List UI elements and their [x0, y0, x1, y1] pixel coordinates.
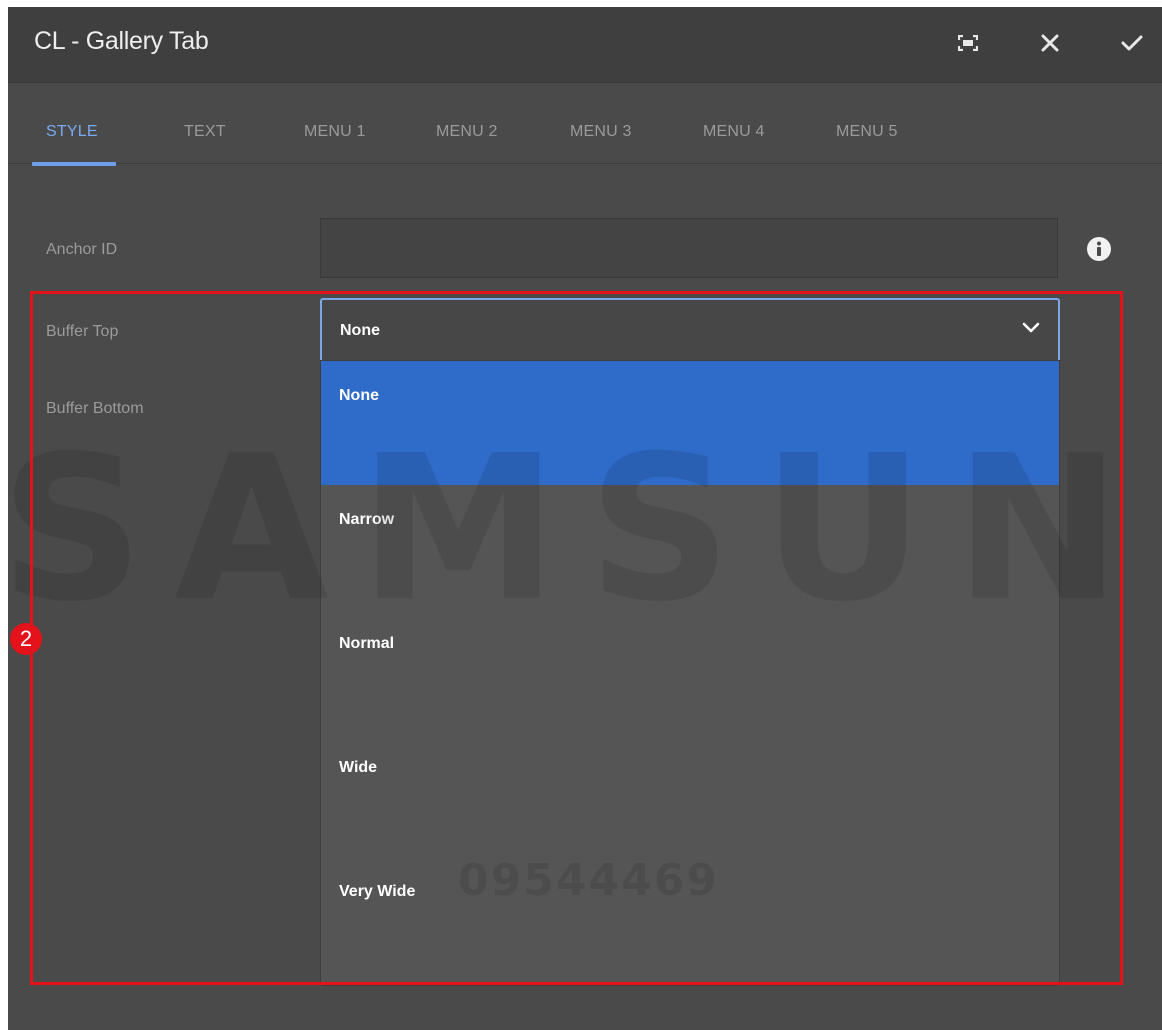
active-tab-indicator: [32, 162, 116, 166]
option-none[interactable]: None: [321, 361, 1059, 485]
option-label: Wide: [339, 759, 378, 776]
buffer-top-selected-value: None: [340, 322, 380, 339]
annotation-step-badge: 2: [10, 623, 42, 655]
anchor-id-label: Anchor ID: [46, 241, 118, 258]
tab-menu-5[interactable]: MENU 5: [836, 123, 898, 141]
dialog-title: CL - Gallery Tab: [34, 27, 209, 55]
option-label: Narrow: [339, 511, 395, 528]
option-very-wide[interactable]: Very Wide: [321, 857, 1059, 981]
tab-style[interactable]: STYLE: [46, 123, 98, 141]
buffer-top-select[interactable]: None: [320, 298, 1060, 360]
fullscreen-icon: [958, 35, 978, 51]
anchor-id-input[interactable]: [320, 218, 1058, 278]
option-narrow[interactable]: Narrow: [321, 485, 1059, 609]
option-label: Normal: [339, 635, 395, 652]
chevron-down-icon: [1022, 322, 1040, 333]
fullscreen-button[interactable]: [946, 21, 990, 65]
tab-menu-3[interactable]: MENU 3: [570, 123, 632, 141]
option-label: None: [339, 387, 379, 404]
confirm-button[interactable]: [1110, 21, 1154, 65]
dialog-titlebar: CL - Gallery Tab: [8, 7, 1162, 83]
tab-bar: STYLE TEXT MENU 1 MENU 2 MENU 3 MENU 4 M…: [8, 83, 1162, 166]
tab-menu-2[interactable]: MENU 2: [436, 123, 498, 141]
buffer-bottom-label: Buffer Bottom: [46, 400, 144, 417]
tab-menu-1[interactable]: MENU 1: [304, 123, 366, 141]
check-icon: [1121, 35, 1143, 51]
tab-menu-4[interactable]: MENU 4: [703, 123, 765, 141]
option-normal[interactable]: Normal: [321, 609, 1059, 733]
tab-text[interactable]: TEXT: [184, 123, 226, 141]
info-icon[interactable]: [1086, 236, 1112, 262]
option-label: Very Wide: [339, 883, 416, 900]
dialog: CL - Gallery Tab STYLE TEXT MENU 1 MENU …: [8, 7, 1162, 1030]
buffer-top-dropdown: None Narrow Normal Wide Very Wide: [320, 360, 1060, 986]
buffer-top-label: Buffer Top: [46, 323, 119, 340]
option-wide[interactable]: Wide: [321, 733, 1059, 857]
close-button[interactable]: [1028, 21, 1072, 65]
close-icon: [1041, 34, 1059, 52]
